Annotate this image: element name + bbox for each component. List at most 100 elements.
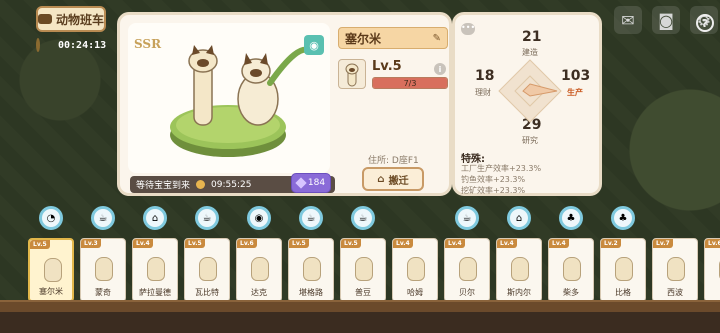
roster-slot[interactable]: Lv.5 堪格路 <box>288 238 334 302</box>
roster-slot[interactable]: Lv.5 塞尔米 <box>28 238 74 302</box>
shelf <box>0 300 720 312</box>
slot-name: 萨拉曼德 <box>139 288 171 297</box>
status-bubble-icon[interactable]: ◉ <box>247 206 271 230</box>
slot-name: 比格 <box>615 288 631 297</box>
stats-card: ••• 21 建造 18 理财 103 生产 29 研究 特殊: 工厂生产效率+… <box>452 12 602 196</box>
xp-bar: 7/3 <box>372 77 448 89</box>
status-bubble-icon[interactable]: ⌂ <box>143 206 167 230</box>
residence: 住所: D座F1 <box>368 153 419 166</box>
bus-timer: 00:24:13 <box>36 36 106 54</box>
slot-level: Lv.4 <box>393 239 413 248</box>
special-line: 挖矿效率+23.3% <box>461 186 526 195</box>
status-bubble-icon[interactable]: ☕ <box>351 206 375 230</box>
slot-level: Lv.3 <box>81 239 101 248</box>
status-bubble-icon[interactable]: ⌂ <box>507 206 531 230</box>
roster-slot[interactable]: Lv.4 贝尔 <box>444 238 490 302</box>
gem-speedup-button[interactable]: 184 <box>291 173 331 193</box>
animal-name-bar[interactable]: 塞尔米 ✎ <box>338 27 448 49</box>
animal-avatar-icon <box>563 257 581 281</box>
more-icon[interactable]: ••• <box>461 23 475 35</box>
animal-bus-button[interactable]: 动物班车 <box>36 6 106 32</box>
stat-produce-label: 生产 <box>567 88 583 97</box>
animal-avatar-icon <box>615 257 633 281</box>
slot-level: Lv.4 <box>445 239 465 248</box>
animal-avatar-icon <box>251 257 269 281</box>
slot-level: Lv.6 <box>705 239 720 248</box>
special-line: 钓鱼效率+23.3% <box>461 175 526 184</box>
slot-name: 瓦比特 <box>195 288 219 297</box>
roster-slot[interactable]: Lv.6 达克 <box>236 238 282 302</box>
stat-finance-value: 18 <box>475 68 495 84</box>
move-label: 搬迁 <box>388 175 409 187</box>
roster-slot[interactable]: Lv.3 蒙奇 <box>80 238 126 302</box>
rarity-badge: SSR <box>134 37 162 51</box>
camera-icon[interactable]: ◙ <box>652 6 680 34</box>
edit-icon[interactable]: ✎ <box>433 33 441 44</box>
roster-slot[interactable]: Lv.5 普豆 <box>340 238 386 302</box>
gem-cost: 184 <box>307 178 326 188</box>
stat-finance-label: 理财 <box>475 88 491 97</box>
slot-name: 斯内尔 <box>507 288 531 297</box>
status-bubble-icon[interactable]: ☕ <box>455 206 479 230</box>
waiting-text: 等待宝宝到来 <box>136 181 191 191</box>
animal-avatar-icon <box>44 258 62 282</box>
status-bubble-icon[interactable]: ☕ <box>299 206 323 230</box>
animal-portrait <box>338 59 366 89</box>
shelf-base <box>0 312 720 333</box>
roster-slot[interactable]: Lv.4 萨拉曼德 <box>132 238 178 302</box>
roster-slot[interactable]: Lv.4 斯内尔 <box>496 238 542 302</box>
clock-icon <box>196 180 206 189</box>
animal-avatar-icon <box>199 257 217 281</box>
animal-name: 塞尔米 <box>345 31 382 46</box>
animal-avatar-icon <box>407 257 425 281</box>
info-icon[interactable]: i <box>434 63 446 75</box>
slot-level: Lv.5 <box>289 239 309 248</box>
stat-produce-value: 103 <box>561 68 591 84</box>
help-icon[interactable]: ? <box>696 14 714 32</box>
special-line: 工厂生产效率+23.3% <box>461 164 542 173</box>
status-bubble-icon[interactable]: ♣ <box>611 206 635 230</box>
status-bubble-icon[interactable]: ☕ <box>195 206 219 230</box>
animal-avatar-icon <box>147 257 165 281</box>
roster-slot[interactable]: Lv.2 比格 <box>600 238 646 302</box>
animal-avatar-icon <box>95 257 113 281</box>
stat-research-label: 研究 <box>522 136 538 145</box>
slot-level: Lv.4 <box>497 239 517 248</box>
bus-timer-text: 00:24:13 <box>58 39 107 51</box>
status-bubble-icon[interactable]: ☕ <box>91 206 115 230</box>
home-icon: ⌂ <box>377 173 385 185</box>
photo-button[interactable]: ◉ <box>304 35 324 55</box>
gem-icon <box>295 177 307 189</box>
slot-level: Lv.4 <box>549 239 569 248</box>
animal-avatar-icon <box>459 257 477 281</box>
slot-name: 堪格路 <box>299 288 323 297</box>
animal-detail-card: SSR ◉ 等待宝宝到来 09:55:25 184 塞尔米 ✎ Lv.5 i 7… <box>117 12 452 196</box>
slot-level: Lv.5 <box>185 239 205 248</box>
bus-icon <box>38 14 52 24</box>
stats-radar-chart <box>498 59 562 123</box>
slot-level: Lv.4 <box>133 239 153 248</box>
animal-avatar-icon <box>303 257 321 281</box>
portrait-icon <box>345 63 359 87</box>
roster-slot[interactable]: Lv.5 瓦比特 <box>184 238 230 302</box>
move-house-button[interactable]: ⌂ 搬迁 <box>362 167 424 191</box>
mail-icon[interactable]: ✉ <box>614 6 642 34</box>
status-bubble-icon[interactable]: ◔ <box>39 206 63 230</box>
residence-label: 住所: <box>368 156 390 166</box>
animal-avatar-icon <box>355 257 373 281</box>
slot-level: Lv.2 <box>601 239 621 248</box>
status-bubble-icon[interactable]: ♣ <box>559 206 583 230</box>
slot-name: 达克 <box>251 288 267 297</box>
slot-name: 哈姆 <box>407 288 423 297</box>
roster-slot[interactable]: Lv.4 哈姆 <box>392 238 438 302</box>
slot-name: 西波 <box>667 288 683 297</box>
slot-name: 柴多 <box>563 288 579 297</box>
slot-level: Lv.5 <box>341 239 361 248</box>
roster-slot[interactable]: Lv.6 佛 <box>704 238 720 302</box>
animal-avatar-icon <box>667 257 685 281</box>
slot-name: 佛 <box>705 287 720 298</box>
clock-icon <box>36 38 40 52</box>
roster-slot[interactable]: Lv.4 柴多 <box>548 238 594 302</box>
roster-slot[interactable]: Lv.7 西波 <box>652 238 698 302</box>
slot-name: 贝尔 <box>459 288 475 297</box>
